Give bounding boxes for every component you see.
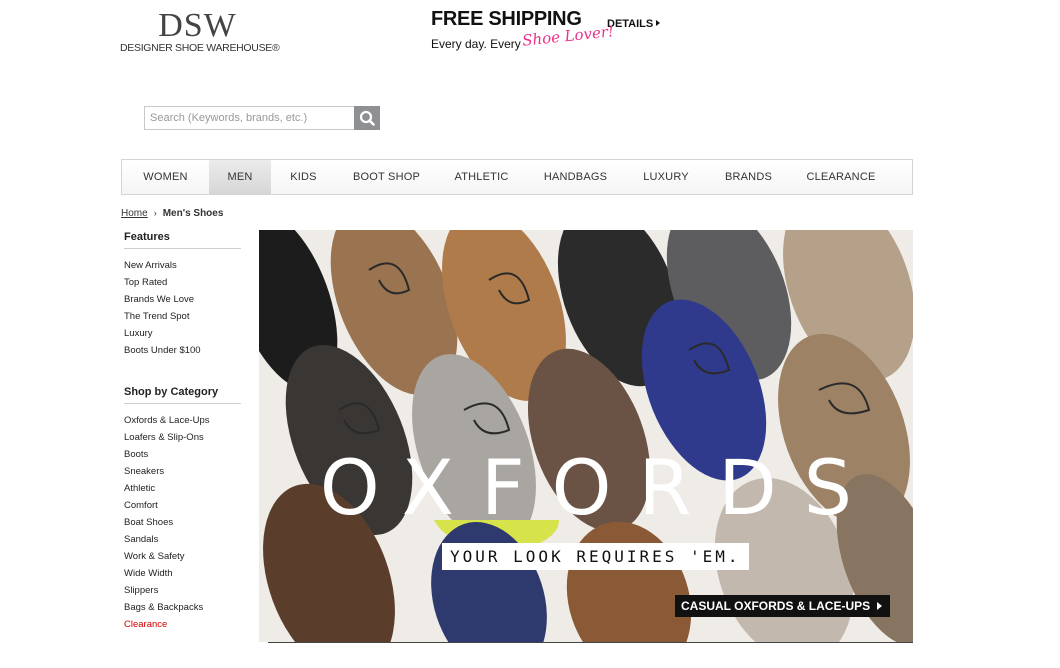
dsw-logo[interactable]: DSW DESIGNER SHOE WAREHOUSE® [120,7,280,55]
hero-cta-button[interactable]: CASUAL OXFORDS & LACE-UPS [675,595,891,617]
sidebar-link-comfort[interactable]: Comfort [124,497,210,514]
sidebar-link-work-safety[interactable]: Work & Safety [124,548,210,565]
logo-subtitle: DESIGNER SHOE WAREHOUSE® [120,42,280,54]
sidebar-link-boat-shoes[interactable]: Boat Shoes [124,514,210,531]
features-list: New Arrivals Top Rated Brands We Love Th… [124,257,201,359]
sidebar-link-loafers[interactable]: Loafers & Slip-Ons [124,429,210,446]
sidebar-link-athletic[interactable]: Athletic [124,480,210,497]
nav-athletic[interactable]: ATHLETIC [437,160,526,194]
category-heading: Shop by Category [124,386,241,404]
sidebar-link-brands-we-love[interactable]: Brands We Love [124,291,201,308]
sidebar-link-slippers[interactable]: Slippers [124,582,210,599]
breadcrumb-current: Men's Shoes [162,208,224,219]
search-button[interactable] [354,106,380,130]
nav-men[interactable]: MEN [209,160,271,194]
nav-clearance[interactable]: CLEARANCE [790,160,892,194]
hero-title: OXFORDS [319,443,880,532]
nav-brands[interactable]: BRANDS [707,160,790,194]
breadcrumb: Home › Men's Shoes [121,208,223,219]
sidebar-link-bags[interactable]: Bags & Backpacks [124,599,210,616]
nav-kids[interactable]: KIDS [271,160,336,194]
sidebar-link-trend-spot[interactable]: The Trend Spot [124,308,201,325]
search-icon [359,110,375,126]
hero-banner[interactable]: OXFORDS YOUR LOOK REQUIRES 'EM. CASUAL O… [259,230,913,642]
sidebar-link-wide-width[interactable]: Wide Width [124,565,210,582]
search-bar [144,106,380,130]
nav-women[interactable]: WOMEN [122,160,209,194]
sidebar-link-sandals[interactable]: Sandals [124,531,210,548]
hero-shoes-image [259,230,913,642]
caret-right-icon [656,20,661,26]
caret-right-icon [877,602,883,610]
breadcrumb-separator: › [153,208,157,218]
hero-divider [268,642,913,643]
sidebar-link-clearance[interactable]: Clearance [124,616,210,633]
features-heading: Features [124,231,241,249]
nav-boot-shop[interactable]: BOOT SHOP [336,160,437,194]
logo-mark: DSW [158,7,237,44]
sidebar-link-new-arrivals[interactable]: New Arrivals [124,257,201,274]
main-nav: WOMEN MEN KIDS BOOT SHOP ATHLETIC HANDBA… [121,159,913,195]
nav-handbags[interactable]: HANDBAGS [526,160,625,194]
category-list: Oxfords & Lace-Ups Loafers & Slip-Ons Bo… [124,412,210,633]
sidebar-link-sneakers[interactable]: Sneakers [124,463,210,480]
promo-subtext: Every day. Every [431,37,521,51]
sidebar-link-luxury[interactable]: Luxury [124,325,201,342]
search-input[interactable] [144,106,355,130]
sidebar-link-boots-under-100[interactable]: Boots Under $100 [124,342,201,359]
free-shipping-promo[interactable]: FREE SHIPPING DETAILS Every day. Every S… [431,8,671,53]
promo-details-link[interactable]: DETAILS [607,18,661,30]
hero-tagline: YOUR LOOK REQUIRES 'EM. [442,543,749,570]
nav-luxury[interactable]: LUXURY [625,160,707,194]
sidebar-link-top-rated[interactable]: Top Rated [124,274,201,291]
sidebar-link-boots[interactable]: Boots [124,446,210,463]
sidebar-link-oxfords[interactable]: Oxfords & Lace-Ups [124,412,210,429]
breadcrumb-home-link[interactable]: Home [121,208,148,219]
